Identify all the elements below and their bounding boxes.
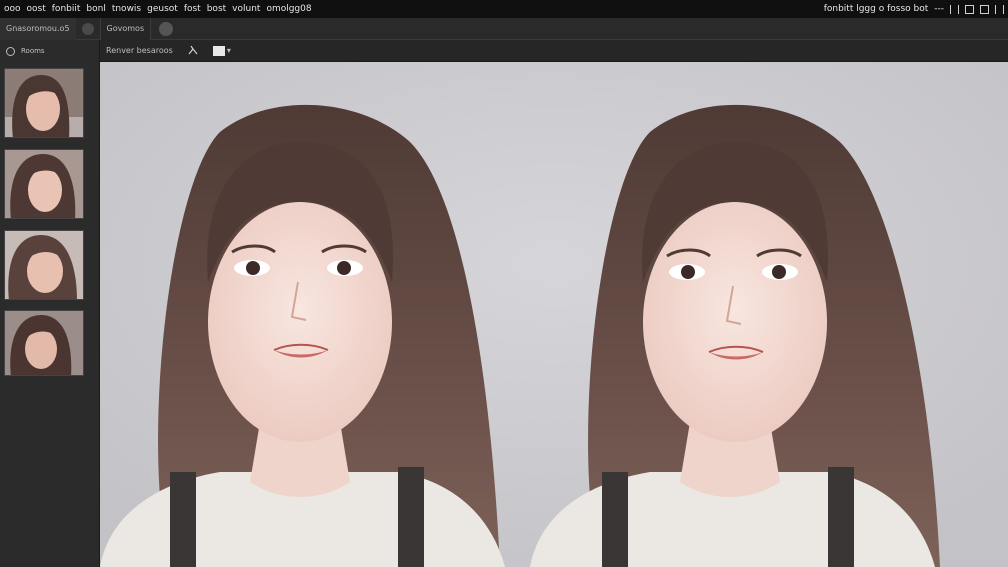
chevron-icon: ▾ <box>226 46 231 55</box>
thumbnail-4[interactable] <box>4 310 84 376</box>
menu-item[interactable]: fost <box>184 4 201 14</box>
gear-icon[interactable] <box>6 46 15 56</box>
menu-item[interactable]: omolgg08 <box>266 4 311 14</box>
menu-item[interactable]: tnowis <box>112 4 141 14</box>
menu-right-text[interactable]: fonbitt lggg o fosso bot <box>824 4 929 14</box>
panel-icon[interactable] <box>950 4 959 14</box>
portrait-comparison <box>100 62 1008 567</box>
toolbar-label[interactable]: Renver besaroos <box>106 46 173 55</box>
toolbar: Renver besaroos ▾ <box>100 40 1008 62</box>
tab-indicator[interactable] <box>159 21 174 36</box>
color-picker[interactable]: ▾ <box>212 45 231 56</box>
menu-item[interactable]: ooo <box>4 4 21 14</box>
menu-bar: ooo oost fonbiit bonl tnowis geusot fost… <box>0 0 1008 18</box>
tab-bar: Gnasoromou.o5 Govomos <box>0 17 1008 40</box>
document-tab[interactable]: Govomos <box>99 17 152 40</box>
thumbnail-3[interactable] <box>4 230 84 300</box>
menu-item[interactable]: bost <box>207 4 226 14</box>
portrait-thumbnail <box>5 231 83 299</box>
menu-right: fonbitt lggg o fosso bot --- <box>824 4 1004 14</box>
menu-item[interactable]: bonl <box>86 4 105 14</box>
window-icon[interactable] <box>980 4 989 14</box>
brush-icon[interactable] <box>187 44 199 58</box>
portrait-thumbnail <box>5 69 83 137</box>
sidebar-title: Rooms <box>21 47 45 55</box>
grid-icon[interactable] <box>965 4 974 14</box>
image-canvas[interactable] <box>100 62 1008 567</box>
menu-item[interactable]: fonbiit <box>52 4 81 14</box>
menu-item[interactable]: volunt <box>232 4 260 14</box>
thumbnail-2[interactable] <box>4 149 84 219</box>
menu-right-extra[interactable]: --- <box>934 4 944 14</box>
workspace-dot[interactable] <box>81 22 94 35</box>
workspace-tab[interactable]: Gnasoromou.o5 <box>0 17 76 40</box>
portrait-thumbnail <box>5 311 83 375</box>
menu-items: ooo oost fonbiit bonl tnowis geusot fost… <box>4 4 312 14</box>
portrait-thumbnail <box>5 150 83 218</box>
menu-icon[interactable] <box>995 4 1004 14</box>
menu-item[interactable]: geusot <box>147 4 178 14</box>
sidebar: Rooms <box>0 40 100 567</box>
color-swatch-icon <box>212 45 225 56</box>
thumbnail-1[interactable] <box>4 68 84 138</box>
sidebar-header: Rooms <box>0 40 99 62</box>
menu-item[interactable]: oost <box>27 4 46 14</box>
